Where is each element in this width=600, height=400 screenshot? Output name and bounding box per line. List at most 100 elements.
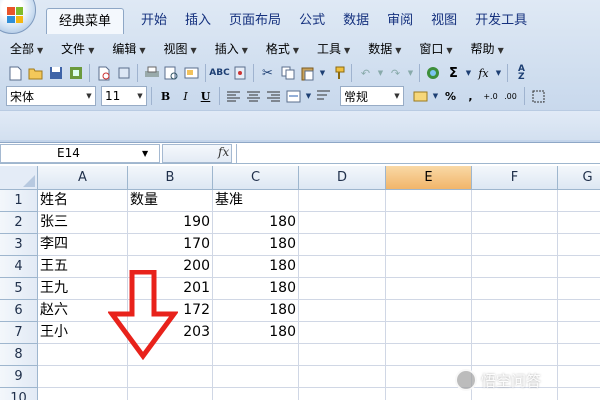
menu-window[interactable]: 窗口 ▼ [415,40,460,57]
cell-f6[interactable] [472,300,558,322]
cell-c5[interactable]: 180 [213,278,299,300]
cell-d6[interactable] [299,300,386,322]
sort-ascending-icon[interactable]: AZ [512,64,531,83]
menu-help[interactable]: 帮助 ▼ [467,40,512,57]
undo-dropdown-icon[interactable]: ▼ [376,64,385,83]
print-preview-doc-icon[interactable] [94,64,113,83]
research-icon[interactable] [230,64,249,83]
cell-f8[interactable] [472,344,558,366]
bold-button[interactable]: B [156,87,175,106]
cell-e10[interactable] [386,388,472,400]
cell-b9[interactable] [128,366,213,388]
increase-decimal-icon[interactable]: +.0 [481,87,500,106]
menu-format[interactable]: 格式 ▼ [262,40,307,57]
tab-developer[interactable]: 开发工具 [466,8,536,34]
percent-style-button[interactable]: % [441,87,460,106]
menu-file[interactable]: 文件 ▼ [57,40,102,57]
cell-g5[interactable] [558,278,600,300]
borders-icon[interactable] [529,87,548,106]
cell-c3[interactable]: 180 [213,234,299,256]
column-header-g[interactable]: G [558,166,600,190]
undo-icon[interactable]: ↶ [356,64,375,83]
cell-b7[interactable]: 203 [128,322,213,344]
cell-c2[interactable]: 180 [213,212,299,234]
cell-c1[interactable]: 基准 [213,190,299,212]
cell-g1[interactable] [558,190,600,212]
column-header-a[interactable]: A [38,166,128,190]
tab-classic-menu[interactable]: 经典菜单 [46,8,125,34]
cell-e5[interactable] [386,278,472,300]
decrease-decimal-icon[interactable]: .00 [501,87,520,106]
cell-d2[interactable] [299,212,386,234]
cell-e8[interactable] [386,344,472,366]
print-icon[interactable] [142,64,161,83]
cell-d9[interactable] [299,366,386,388]
row-header-10[interactable]: 10 [0,388,38,400]
insert-function-icon[interactable]: fx [474,64,493,83]
font-size-select[interactable]: 11 ▼ [101,86,147,106]
cell-a3[interactable]: 李四 [38,234,128,256]
cell-f10[interactable] [472,388,558,400]
cell-d5[interactable] [299,278,386,300]
italic-button[interactable]: I [176,87,195,106]
cell-b3[interactable]: 170 [128,234,213,256]
cell-e2[interactable] [386,212,472,234]
cell-g3[interactable] [558,234,600,256]
cell-f4[interactable] [472,256,558,278]
column-header-c[interactable]: C [213,166,299,190]
cell-c7[interactable]: 180 [213,322,299,344]
column-header-e[interactable]: E [386,166,472,190]
cell-f1[interactable] [472,190,558,212]
column-header-f[interactable]: F [472,166,558,190]
tab-formulas[interactable]: 公式 [290,8,334,34]
autosum-dropdown-icon[interactable]: ▼ [464,64,473,83]
insert-function-fx-icon[interactable]: fx [218,145,229,159]
cell-b6[interactable]: 172 [128,300,213,322]
menu-view[interactable]: 视图 ▼ [160,40,205,57]
tab-insert[interactable]: 插入 [176,8,220,34]
font-name-select[interactable]: 宋体 ▼ [6,86,96,106]
cell-d4[interactable] [299,256,386,278]
cell-g9[interactable] [558,366,600,388]
open-folder-icon[interactable] [26,64,45,83]
cell-g2[interactable] [558,212,600,234]
spelling-icon[interactable]: ABC [209,64,229,83]
attach-icon[interactable] [114,64,133,83]
cell-g7[interactable] [558,322,600,344]
column-header-d[interactable]: D [299,166,386,190]
autosum-icon[interactable]: Σ [444,64,463,83]
formula-input[interactable] [236,144,600,163]
print-preview-icon[interactable] [162,64,181,83]
cell-d3[interactable] [299,234,386,256]
cell-a5[interactable]: 王九 [38,278,128,300]
cut-icon[interactable]: ✂ [258,64,277,83]
select-all-corner[interactable] [0,166,38,190]
tab-data[interactable]: 数据 [334,8,378,34]
menu-data[interactable]: 数据 ▼ [364,40,409,57]
cell-a9[interactable] [38,366,128,388]
cell-g10[interactable] [558,388,600,400]
menu-all[interactable]: 全部 ▼ [6,40,51,57]
row-header-4[interactable]: 4 [0,256,38,278]
cell-c10[interactable] [213,388,299,400]
row-header-8[interactable]: 8 [0,344,38,366]
accounting-dropdown-icon[interactable]: ▼ [431,87,440,106]
format-painter-icon[interactable] [328,64,347,83]
cell-a4[interactable]: 王五 [38,256,128,278]
underline-button[interactable]: U [196,87,215,106]
number-format-select[interactable]: 常规 ▼ [340,86,404,106]
menu-insert[interactable]: 插入 ▼ [211,40,256,57]
hyperlink-icon[interactable] [424,64,443,83]
print-area-icon[interactable] [182,64,201,83]
cell-a8[interactable] [38,344,128,366]
accounting-format-icon[interactable] [411,87,430,106]
cell-e4[interactable] [386,256,472,278]
merge-center-icon[interactable] [284,87,303,106]
cell-d1[interactable] [299,190,386,212]
cell-a1[interactable]: 姓名 [38,190,128,212]
cell-a7[interactable]: 王小 [38,322,128,344]
cell-b8[interactable] [128,344,213,366]
cell-g4[interactable] [558,256,600,278]
cell-d10[interactable] [299,388,386,400]
cell-b5[interactable]: 201 [128,278,213,300]
